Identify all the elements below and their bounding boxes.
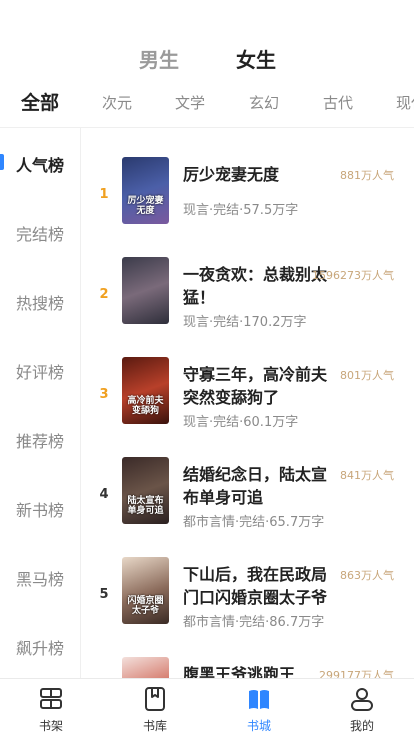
- nav-label: 我的: [349, 719, 374, 733]
- book-list: 1 厉少宠妻无度 厉少宠妻无度 现言·完结·57.5万字 881万人气 2 一夜…: [81, 128, 414, 678]
- popularity: 841万人气: [340, 469, 394, 482]
- active-indicator: [0, 154, 4, 170]
- popularity: 299177万人气: [319, 669, 394, 678]
- book-meta: 都市言情·完结·86.7万字: [183, 615, 325, 630]
- book-cover[interactable]: 厉少宠妻无度: [122, 157, 169, 224]
- book-item[interactable]: 2 一夜贪欢：总裁别太猛！ 现言·完结·170.2万字 1596273万人气: [81, 257, 414, 347]
- book-cover[interactable]: [122, 657, 169, 678]
- cover-title: 厉少宠妻无度: [127, 196, 164, 216]
- sidebar-item-label: 推荐榜: [16, 432, 65, 451]
- nav-bookshelf[interactable]: 书架: [11, 679, 91, 737]
- library-icon: [145, 687, 165, 711]
- book-item[interactable]: 4 陆太宣布单身可追 结婚纪念日，陆太宣布单身可追 都市言情·完结·65.7万字…: [81, 457, 414, 547]
- tab-category-ciyuan[interactable]: 次元: [102, 92, 132, 113]
- book-meta: 现言·完结·60.1万字: [183, 415, 299, 430]
- tab-category-xuanhuan[interactable]: 玄幻: [249, 92, 279, 113]
- book-title: 下山后，我在民政局门口闪婚京圈太子爷: [183, 565, 328, 607]
- sidebar-item-dark-horse[interactable]: 黑马榜: [0, 556, 80, 596]
- nav-profile[interactable]: 我的: [322, 679, 402, 737]
- sidebar-item-recommend[interactable]: 推荐榜: [0, 418, 80, 458]
- book-title: 守寡三年，高冷前夫突然变舔狗了: [183, 365, 328, 407]
- cover-title: 闪婚京圈太子爷: [127, 596, 164, 616]
- rank-number: 3: [99, 387, 109, 402]
- book-item[interactable]: 5 闪婚京圈太子爷 下山后，我在民政局门口闪婚京圈太子爷 都市言情·完结·86.…: [81, 557, 414, 647]
- book-item[interactable]: 1 厉少宠妻无度 厉少宠妻无度 现言·完结·57.5万字 881万人气: [81, 157, 414, 247]
- nav-library[interactable]: 书库: [115, 679, 195, 737]
- tab-male[interactable]: 男生: [139, 44, 179, 73]
- ranking-sidebar: 人气榜 完结榜 热搜榜 好评榜 推荐榜 新书榜 黑马榜 飙升榜: [0, 128, 81, 678]
- category-tabs: 全部 次元 文学 玄幻 古代 现代: [0, 88, 414, 116]
- cover-title: 陆太宣布单身可追: [127, 496, 164, 516]
- sidebar-item-label: 飙升榜: [16, 639, 65, 658]
- book-cover[interactable]: [122, 257, 169, 324]
- bottom-nav: 书架 书库 书城 我的: [0, 678, 414, 737]
- rank-number: 1: [99, 187, 109, 202]
- book-cover[interactable]: 闪婚京圈太子爷: [122, 557, 169, 624]
- popularity: 863万人气: [340, 569, 394, 582]
- rank-number: 5: [99, 587, 109, 602]
- rank-number: 2: [99, 287, 109, 302]
- sidebar-item-label: 黑马榜: [16, 570, 65, 589]
- nav-label: 书架: [38, 719, 63, 733]
- tab-category-wenxue[interactable]: 文学: [175, 92, 205, 113]
- sidebar-item-label: 热搜榜: [16, 294, 65, 313]
- book-meta: 现言·完结·57.5万字: [183, 203, 299, 218]
- book-item[interactable]: 3 高冷前夫变舔狗 守寡三年，高冷前夫突然变舔狗了 现言·完结·60.1万字 8…: [81, 357, 414, 447]
- sidebar-item-hot-search[interactable]: 热搜榜: [0, 280, 80, 320]
- popularity: 801万人气: [340, 369, 394, 382]
- cover-title: 高冷前夫变舔狗: [127, 396, 164, 416]
- sidebar-item-good-review[interactable]: 好评榜: [0, 349, 80, 389]
- book-cover[interactable]: 高冷前夫变舔狗: [122, 357, 169, 424]
- sidebar-item-label: 人气榜: [16, 156, 65, 175]
- tab-category-all[interactable]: 全部: [21, 88, 59, 115]
- book-title: 一夜贪欢：总裁别太猛！: [183, 265, 328, 307]
- nav-bookstore[interactable]: 书城: [219, 679, 299, 737]
- tab-category-gudai[interactable]: 古代: [323, 92, 353, 113]
- sidebar-item-finished[interactable]: 完结榜: [0, 211, 80, 251]
- sidebar-item-rising[interactable]: 飙升榜: [0, 625, 80, 665]
- sidebar-item-popular[interactable]: 人气榜: [0, 142, 80, 182]
- sidebar-item-label: 好评榜: [16, 363, 65, 382]
- book-item[interactable]: 腹黑王爷逃跑王 299177万人气: [81, 657, 414, 678]
- sidebar-item-new-books[interactable]: 新书榜: [0, 487, 80, 527]
- popularity: 1596273万人气: [312, 269, 394, 282]
- nav-label: 书库: [142, 719, 167, 733]
- book-title: 结婚纪念日，陆太宣布单身可追: [183, 465, 328, 507]
- gender-tabs: 男生 女生: [0, 44, 414, 74]
- tab-female[interactable]: 女生: [236, 44, 276, 73]
- book-title: 腹黑王爷逃跑王: [183, 665, 296, 678]
- bookstore-icon: [249, 690, 269, 709]
- rank-number: 4: [99, 487, 109, 502]
- sidebar-item-label: 新书榜: [16, 501, 65, 520]
- book-cover[interactable]: 陆太宣布单身可追: [122, 457, 169, 524]
- popularity: 881万人气: [340, 169, 394, 182]
- tab-category-xiandai[interactable]: 现代: [396, 92, 414, 113]
- book-meta: 现言·完结·170.2万字: [183, 315, 307, 330]
- book-title: 厉少宠妻无度: [183, 165, 280, 184]
- bookshelf-icon: [40, 688, 62, 709]
- profile-icon: [351, 688, 373, 711]
- book-meta: 都市言情·完结·65.7万字: [183, 515, 325, 530]
- nav-label: 书城: [246, 719, 271, 733]
- sidebar-item-label: 完结榜: [16, 225, 65, 244]
